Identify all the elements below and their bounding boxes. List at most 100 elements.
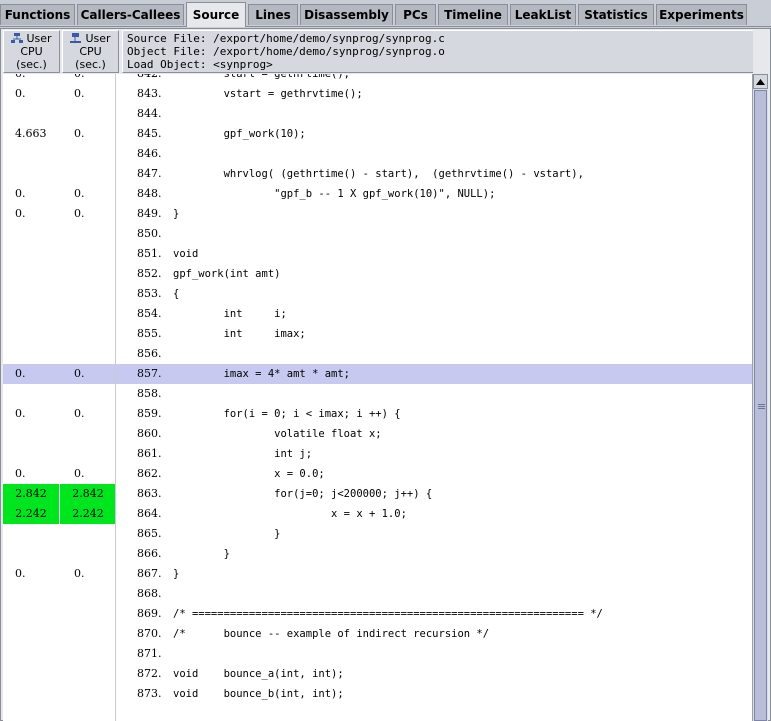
inclusive-cpu-value: 0.: [74, 367, 85, 380]
exclusive-cpu-value: 0.: [3, 74, 59, 84]
source-code: int imax;: [173, 328, 306, 340]
inclusive-cpu-value: 0.: [74, 87, 85, 100]
inclusive-cpu-value: [60, 644, 116, 664]
source-code: /* bounce -- example of indirect recursi…: [173, 628, 490, 640]
source-code: x = 0.0;: [173, 468, 325, 480]
source-code: start = gethrtime();: [173, 74, 351, 80]
line-number: 865.: [137, 527, 162, 540]
tab-bar: Functions Callers-Callees Source Lines Disas…: [0, 0, 771, 28]
inclusive-cpu-value: [60, 284, 116, 304]
source-code: {: [173, 288, 180, 300]
inclusive-cpu-value: 0.: [74, 567, 85, 580]
exclusive-cpu-value: 0.: [15, 367, 26, 380]
scroll-grip: [758, 404, 765, 405]
line-number: 846.: [137, 147, 162, 160]
exclusive-cpu-value: 0.: [15, 567, 26, 580]
tab-lines[interactable]: Lines: [248, 4, 298, 25]
exclusive-cpu-value: 4.663: [15, 127, 47, 140]
line-number: 859.: [137, 407, 162, 420]
inclusive-cpu-value: [60, 684, 116, 704]
inclusive-cpu-value: 0.: [74, 207, 85, 220]
exclusive-cpu-value: [3, 324, 59, 344]
line-number: 843.: [137, 87, 162, 100]
scroll-grip: [758, 408, 765, 409]
line-number: 864.: [137, 507, 162, 520]
source-code: x = x + 1.0;: [173, 508, 407, 520]
inclusive-cpu-value: [60, 244, 116, 264]
tab-pcs[interactable]: PCs: [395, 4, 436, 25]
line-number: 868.: [137, 587, 162, 600]
load-object-label: Load Object: <synprog>: [127, 58, 273, 71]
column-header-label: CPU: [20, 45, 43, 58]
vertical-scrollbar[interactable]: [752, 74, 768, 721]
line-number: 854.: [137, 307, 162, 320]
tab-callers-callees[interactable]: Callers-Callees: [77, 4, 184, 25]
exclusive-cpu-value: [3, 584, 59, 604]
line-number: 861.: [137, 447, 162, 460]
column-header-inclusive-user-cpu[interactable]: User CPU (sec.): [62, 30, 119, 73]
source-code: }: [173, 568, 180, 580]
exclusive-cpu-value: 0.: [15, 87, 26, 100]
source-code: gpf_work(int amt): [173, 268, 281, 280]
line-number: 848.: [137, 187, 162, 200]
tab-statistics[interactable]: Statistics: [578, 4, 654, 25]
inclusive-cpu-value: 0.: [60, 74, 116, 84]
source-code: "gpf_b -- 1 X gpf_work(10)", NULL);: [173, 188, 496, 200]
line-number: 860.: [137, 427, 162, 440]
exclusive-cpu-value: [3, 144, 59, 164]
inclusive-cpu-value: 0.: [74, 467, 85, 480]
exclusive-cpu-value: 0.: [15, 467, 26, 480]
inclusive-metric-icon: [70, 33, 82, 43]
source-code: for(j=0; j<200000; j++) {: [173, 488, 433, 500]
line-number: 851.: [137, 247, 162, 260]
tab-functions[interactable]: Functions: [0, 4, 75, 25]
source-file-label: Source File: /export/home/demo/synprog/s…: [127, 32, 445, 45]
inclusive-cpu-value: [60, 104, 116, 124]
inclusive-cpu-value: 2.242: [60, 504, 116, 524]
exclusive-cpu-value: 2.842: [3, 484, 59, 504]
line-number: 852.: [137, 267, 162, 280]
source-code: vstart = gethrvtime();: [173, 88, 363, 100]
source-code: whrvlog( (gethrtime() - start), (gethrvt…: [173, 168, 584, 180]
line-number: 849.: [137, 207, 162, 220]
line-number: 847.: [137, 167, 162, 180]
exclusive-cpu-value: [3, 244, 59, 264]
line-number: 873.: [137, 687, 162, 700]
line-number: 867.: [137, 567, 162, 580]
tab-leaklist[interactable]: LeakList: [510, 4, 576, 25]
column-header-label: User: [26, 32, 52, 45]
inclusive-cpu-value: [60, 384, 116, 404]
exclusive-metric-icon: [11, 33, 24, 43]
exclusive-cpu-value: [3, 624, 59, 644]
tab-timeline[interactable]: Timeline: [438, 4, 508, 25]
column-separator: [115, 74, 116, 721]
source-code: void bounce_a(int, int);: [173, 668, 344, 680]
inclusive-cpu-value: [60, 584, 116, 604]
scroll-up-button[interactable]: [753, 74, 768, 89]
line-number: 857.: [137, 367, 162, 380]
exclusive-cpu-value: [3, 164, 59, 184]
line-number: 871.: [137, 647, 162, 660]
exclusive-cpu-value: 0.: [15, 407, 26, 420]
inclusive-cpu-value: [60, 324, 116, 344]
vertical-scroll-thumb[interactable]: [754, 90, 767, 721]
inclusive-cpu-value: 0.: [74, 127, 85, 140]
inclusive-cpu-value: [60, 224, 116, 244]
inclusive-cpu-value: 0.: [74, 187, 85, 200]
inclusive-cpu-value: [60, 264, 116, 284]
exclusive-cpu-value: [3, 444, 59, 464]
exclusive-cpu-value: [3, 384, 59, 404]
line-number: 845.: [137, 127, 162, 140]
column-header-unit: (sec.): [75, 58, 106, 71]
exclusive-cpu-value: [3, 264, 59, 284]
tab-disassembly[interactable]: Disassembly: [300, 4, 393, 25]
source-code: int j;: [173, 448, 313, 460]
source-code: void: [173, 248, 199, 260]
inclusive-cpu-value: [60, 144, 116, 164]
line-number: 842.: [137, 74, 162, 84]
column-header-exclusive-user-cpu[interactable]: User CPU (sec.): [3, 30, 60, 73]
source-code: }: [173, 548, 230, 560]
tab-source[interactable]: Source: [186, 2, 246, 27]
tab-experiments[interactable]: Experiments: [656, 4, 747, 25]
exclusive-cpu-value: [3, 544, 59, 564]
